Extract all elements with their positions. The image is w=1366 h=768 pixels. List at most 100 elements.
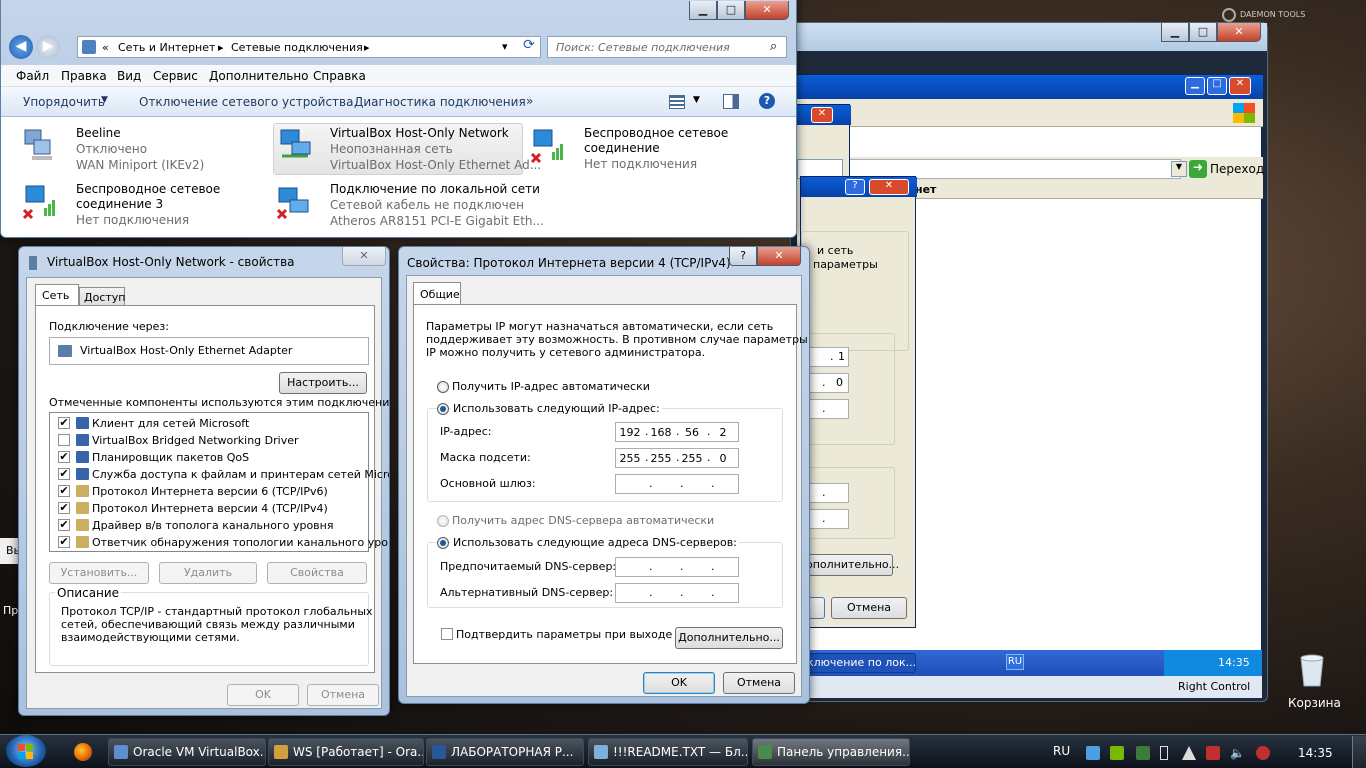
menu-view[interactable]: Вид: [117, 69, 141, 83]
ipv4-ok-button[interactable]: OK: [643, 672, 715, 694]
manual-dns-radio[interactable]: [437, 537, 449, 549]
recycle-bin-icon[interactable]: [1296, 652, 1328, 688]
menu-advanced[interactable]: Дополнительно: [209, 69, 309, 83]
component-checkbox[interactable]: ✔: [58, 451, 70, 463]
forward-button[interactable]: ▶: [36, 35, 60, 59]
search-input[interactable]: Поиск: Сетевые подключения ⌕: [547, 36, 787, 58]
explorer-minimize-button[interactable]: ▁: [689, 1, 717, 20]
properties-button[interactable]: Свойства: [267, 562, 367, 584]
network-tray-icon[interactable]: [1086, 746, 1100, 760]
properties-ok-button[interactable]: OK: [227, 684, 299, 706]
component-checkbox[interactable]: ✔: [58, 502, 70, 514]
disable-device-button[interactable]: Отключение сетевого устройства: [139, 95, 353, 109]
explorer-maximize-button[interactable]: □: [717, 1, 745, 20]
component-item[interactable]: ✔ Служба доступа к файлам и принтерам сет…: [52, 466, 389, 483]
component-checkbox[interactable]: ✔: [58, 519, 70, 531]
component-checkbox[interactable]: ✔: [58, 536, 70, 548]
firefox-icon[interactable]: [74, 743, 92, 761]
taskbar-vm-ws[interactable]: WS [Работает] - Ora...: [268, 738, 424, 766]
properties-cancel-button[interactable]: Отмена: [307, 684, 379, 706]
advanced-button[interactable]: Дополнительно...: [675, 627, 783, 649]
ip-address-field[interactable]: 192. 168. 56. 2: [615, 422, 739, 442]
search-icon[interactable]: ⌕: [770, 39, 777, 54]
wireless-connection-icon: [530, 129, 563, 164]
tab-network[interactable]: Сеть: [35, 284, 79, 306]
ipv4-close-button[interactable]: ✕: [757, 247, 801, 266]
go-button[interactable]: Переход: [1210, 162, 1264, 176]
components-list[interactable]: ✔ Клиент для сетей Microsoft VirtualBox Br…: [49, 412, 389, 552]
properties-close-button[interactable]: ✕: [342, 247, 386, 266]
component-item[interactable]: VirtualBox Bridged Networking Driver: [52, 432, 366, 449]
organize-button[interactable]: Упорядочить: [23, 95, 105, 109]
component-checkbox[interactable]: ✔: [58, 468, 70, 480]
vm-minimize-button[interactable]: ▁: [1161, 23, 1189, 42]
ipv4-help-button[interactable]: ?: [729, 247, 757, 266]
tray-icon[interactable]: [1256, 746, 1270, 760]
vm-icon: [274, 745, 288, 759]
taskbar-word-doc[interactable]: ЛАБОРАТОРНАЯ Р...: [426, 738, 584, 766]
auto-ip-radio[interactable]: [437, 381, 449, 393]
clock[interactable]: 14:35: [1298, 746, 1333, 760]
install-button[interactable]: Установить...: [49, 562, 149, 584]
configure-button[interactable]: Настроить...: [279, 372, 367, 394]
word-icon: [432, 745, 446, 759]
breadcrumb-network-internet[interactable]: Сеть и Интернет: [118, 41, 215, 54]
auto-dns-radio[interactable]: [437, 515, 449, 527]
language-indicator[interactable]: RU: [1053, 744, 1070, 758]
guest-cancel-button[interactable]: Отмена: [831, 597, 907, 619]
guest-advanced-button[interactable]: ополнительно...: [805, 554, 899, 576]
component-checkbox[interactable]: [58, 434, 70, 446]
menu-help[interactable]: Справка: [313, 69, 366, 83]
host-key-label: Right Control: [1178, 680, 1251, 693]
menu-edit[interactable]: Правка: [61, 69, 107, 83]
refresh-button[interactable]: ⟳: [517, 37, 541, 57]
tray-icon[interactable]: [1136, 746, 1150, 760]
more-commands-button[interactable]: »: [526, 94, 533, 108]
ipv4-cancel-button[interactable]: Отмена: [723, 672, 795, 694]
recycle-bin-label[interactable]: Корзина: [1288, 696, 1341, 710]
tab-general[interactable]: Общие: [413, 282, 461, 305]
remove-button[interactable]: Удалить: [159, 562, 257, 584]
go-icon[interactable]: ➜: [1189, 160, 1207, 178]
menu-tools[interactable]: Сервис: [153, 69, 198, 83]
vm-maximize-button[interactable]: □: [1189, 23, 1217, 42]
address-dropdown-icon[interactable]: ▾: [502, 40, 508, 53]
component-checkbox[interactable]: ✔: [58, 417, 70, 429]
view-options-icon[interactable]: [669, 95, 685, 109]
preferred-dns-field[interactable]: ...: [615, 557, 739, 577]
vm-close-button[interactable]: ✕: [1217, 23, 1261, 42]
tray-red-icon[interactable]: [1206, 746, 1220, 760]
validate-checkbox[interactable]: [441, 628, 453, 640]
component-item[interactable]: ✔ Протокол Интернета версии 6 (TCP/IPv6): [52, 483, 366, 500]
alternate-dns-field[interactable]: ...: [615, 583, 739, 603]
nvidia-tray-icon[interactable]: [1110, 746, 1124, 760]
daemon-tools-icon[interactable]: [1222, 8, 1236, 22]
back-button[interactable]: ◀: [9, 35, 33, 59]
subnet-mask-field[interactable]: 255. 255. 255. 0: [615, 448, 739, 468]
taskbar-control-panel[interactable]: Панель управления...: [752, 738, 910, 766]
component-item[interactable]: ✔ Ответчик обнаружения топологии канально…: [52, 534, 389, 551]
show-desktop-button[interactable]: [1352, 736, 1366, 768]
menu-file[interactable]: Файл: [16, 69, 49, 83]
component-item[interactable]: ✔ Планировщик пакетов QoS: [52, 449, 366, 466]
component-checkbox[interactable]: ✔: [58, 485, 70, 497]
tab-sharing[interactable]: Доступ: [79, 287, 125, 306]
ipv4-title: Свойства: Протокол Интернета версии 4 (T…: [407, 256, 731, 270]
lan-connection-icon: [280, 129, 311, 158]
volume-icon[interactable]: 🔈: [1230, 746, 1245, 760]
taskbar-notepad[interactable]: !!!README.TXT — Бл...: [588, 738, 748, 766]
help-icon[interactable]: ?: [759, 93, 775, 109]
component-item[interactable]: ✔ Клиент для сетей Microsoft: [52, 415, 366, 432]
battery-icon[interactable]: [1160, 746, 1168, 760]
manual-ip-radio[interactable]: [437, 403, 449, 415]
preview-pane-icon[interactable]: [723, 94, 739, 109]
taskbar-virtualbox[interactable]: Oracle VM VirtualBox...: [108, 738, 266, 766]
dialup-connection-icon: [24, 129, 52, 160]
diagnose-button[interactable]: Диагностика подключения: [354, 95, 526, 109]
breadcrumb-network-connections[interactable]: Сетевые подключения: [231, 41, 363, 54]
component-item[interactable]: ✔ Драйвер в/в тополога канального уровня: [52, 517, 366, 534]
address-bar[interactable]: « Сеть и Интернет ▸ Сетевые подключения …: [77, 36, 541, 58]
component-item[interactable]: ✔ Протокол Интернета версии 4 (TCP/IPv4): [52, 500, 366, 517]
gateway-field[interactable]: ...: [615, 474, 739, 494]
explorer-close-button[interactable]: ✕: [745, 1, 789, 20]
